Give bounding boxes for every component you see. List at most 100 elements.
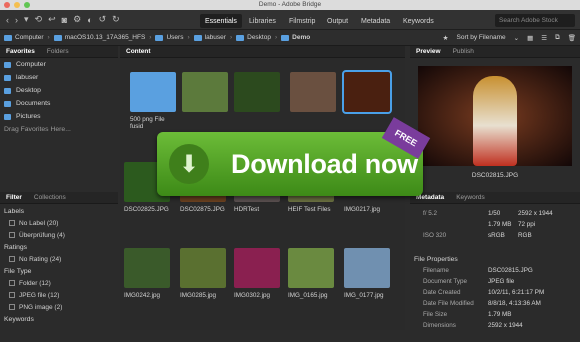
- checkbox[interactable]: [9, 232, 15, 238]
- workspace-filmstrip[interactable]: Filmstrip: [284, 14, 320, 28]
- favorite-label: Pictures: [16, 113, 41, 120]
- tab-content[interactable]: Content: [120, 48, 157, 55]
- preview-image: [418, 66, 572, 166]
- thumbnail-item-selected[interactable]: [342, 70, 392, 116]
- path-label: macOS10.13_17A365_HFS: [64, 34, 146, 41]
- checkbox[interactable]: [9, 220, 15, 226]
- filter-section-keywords[interactable]: Keywords: [0, 313, 118, 325]
- thumbnail-item[interactable]: IMG0302.jpg: [234, 248, 282, 299]
- path-label: Demo: [292, 34, 311, 41]
- tab-filter[interactable]: Filter: [0, 194, 28, 201]
- title-bar: Demo - Adobe Bridge: [0, 0, 580, 10]
- aperture-value: f/ 5.2: [423, 210, 438, 217]
- filter-count: (2): [54, 303, 63, 311]
- performer-figure: [473, 76, 517, 166]
- path-label: Users: [166, 34, 184, 41]
- workspace-essentials[interactable]: Essentials: [200, 14, 242, 28]
- metadata-tabs: Metadata Keywords: [410, 192, 580, 204]
- back-icon[interactable]: ‹: [6, 15, 9, 25]
- forward-icon[interactable]: ›: [15, 15, 18, 25]
- checkbox[interactable]: [9, 292, 15, 298]
- favorite-item[interactable]: Computer: [0, 58, 118, 71]
- property-key: Dimensions: [423, 322, 456, 329]
- thumbnail-item[interactable]: [234, 72, 282, 116]
- tab-keywords[interactable]: Keywords: [450, 194, 491, 201]
- chevron-right-icon: ›: [187, 34, 190, 41]
- property-key: Date Created: [423, 289, 461, 296]
- chevron-right-icon: ›: [229, 34, 233, 41]
- filter-item[interactable]: JPEG file (12): [0, 289, 118, 301]
- workspace-libraries[interactable]: Libraries: [244, 14, 281, 28]
- checkbox[interactable]: [9, 280, 15, 286]
- drive-icon: [53, 34, 62, 41]
- camera-icon[interactable]: ◙: [62, 15, 67, 25]
- tab-favorites[interactable]: Favorites: [0, 48, 41, 55]
- view-list-icon[interactable]: ☰: [541, 34, 547, 42]
- photo-thumbnail: [182, 72, 228, 112]
- favorite-item[interactable]: Documents: [0, 97, 118, 110]
- filter-label: No Rating: [19, 255, 48, 263]
- filter-item[interactable]: Folder (12): [0, 277, 118, 289]
- workspace-keywords[interactable]: Keywords: [398, 14, 439, 28]
- left-panel-tabs: Favorites Folders: [0, 46, 118, 58]
- workspace-output[interactable]: Output: [322, 14, 353, 28]
- tab-collections[interactable]: Collections: [28, 194, 72, 201]
- favorite-item[interactable]: Desktop: [0, 84, 118, 97]
- open-recent-icon[interactable]: ⧉: [555, 34, 560, 42]
- delete-icon[interactable]: 🗑: [568, 34, 576, 42]
- rotate-right-icon[interactable]: ↻: [112, 14, 120, 25]
- favorites-hint: Drag Favorites Here...: [4, 126, 71, 133]
- chevron-down-icon[interactable]: ⌄: [514, 34, 519, 42]
- favorite-label: labuser: [16, 74, 39, 81]
- history-icon[interactable]: ⟲: [35, 14, 43, 25]
- checkbox[interactable]: [9, 304, 15, 310]
- thumbnail-caption: IMG0285.jpg: [180, 292, 217, 299]
- rotate-left-icon[interactable]: ↺: [99, 14, 107, 25]
- refine-icon[interactable]: ⚙: [73, 14, 81, 25]
- tab-preview[interactable]: Preview: [410, 48, 447, 55]
- workspace-metadata[interactable]: Metadata: [356, 14, 395, 28]
- path-volume[interactable]: macOS10.13_17A365_HFS: [53, 34, 146, 41]
- filter-section-ratings[interactable]: Ratings: [0, 241, 118, 253]
- path-label: Desktop: [247, 34, 271, 41]
- thumbnail-item[interactable]: IMG_0165.jpg: [288, 248, 336, 299]
- camera-data: f/ 5.2 1/50 2592 x 1944 1.79 MB 72 ppi ISO …: [410, 208, 580, 241]
- thumbnail-item[interactable]: 500 png File fusid: [130, 72, 178, 130]
- property-value: 8/8/18, 4:13:36 AM: [488, 300, 541, 307]
- filter-item[interactable]: PNG image (2): [0, 301, 118, 313]
- iso-value: ISO 320: [423, 232, 447, 239]
- download-banner[interactable]: ⬇ Download now FREE: [157, 117, 431, 196]
- tab-folders[interactable]: Folders: [41, 48, 75, 55]
- tab-publish[interactable]: Publish: [447, 48, 480, 55]
- thumbnail-item[interactable]: IMG0285.jpg: [180, 248, 228, 299]
- star-filter-icon[interactable]: ★: [443, 34, 449, 42]
- thumbnail-item[interactable]: IMG0242.jpg: [124, 248, 172, 299]
- favorite-item[interactable]: Pictures: [0, 110, 118, 123]
- file-properties-header[interactable]: File Properties: [410, 253, 580, 265]
- path-desktop[interactable]: Desktop: [236, 34, 271, 41]
- photo-thumbnail: [124, 248, 170, 288]
- thumbnail-item[interactable]: IMG_0177.jpg: [344, 248, 392, 299]
- return-to-photoshop-icon[interactable]: ↩: [48, 14, 56, 25]
- path-labuser[interactable]: labuser: [193, 34, 226, 41]
- checkbox[interactable]: [9, 256, 15, 262]
- path-users[interactable]: Users: [155, 34, 183, 41]
- favorite-item[interactable]: labuser: [0, 71, 118, 84]
- filter-section-filetype[interactable]: File Type: [0, 265, 118, 277]
- view-grid-icon[interactable]: ▦: [527, 34, 533, 42]
- filter-section-labels[interactable]: Labels: [0, 205, 118, 217]
- filter-item[interactable]: Überprüfung (4): [0, 229, 118, 241]
- recent-folder-icon[interactable]: ▾: [24, 14, 29, 25]
- path-demo[interactable]: Demo: [281, 34, 310, 41]
- property-value: 2592 x 1944: [488, 322, 523, 329]
- thumbnail-item[interactable]: [182, 72, 230, 116]
- search-input[interactable]: Search Adobe Stock: [495, 14, 575, 27]
- filter-label: Überprüfung: [19, 231, 56, 239]
- thumbnail-item[interactable]: [290, 72, 338, 116]
- open-in-camera-raw-icon[interactable]: ◐: [87, 15, 92, 25]
- filter-item[interactable]: No Rating (24): [0, 253, 118, 265]
- sort-dropdown[interactable]: Sort by Filename: [457, 34, 506, 42]
- path-computer[interactable]: Computer: [4, 34, 44, 41]
- filter-item[interactable]: No Label (20): [0, 217, 118, 229]
- colorspace-value: sRGB: [488, 232, 505, 239]
